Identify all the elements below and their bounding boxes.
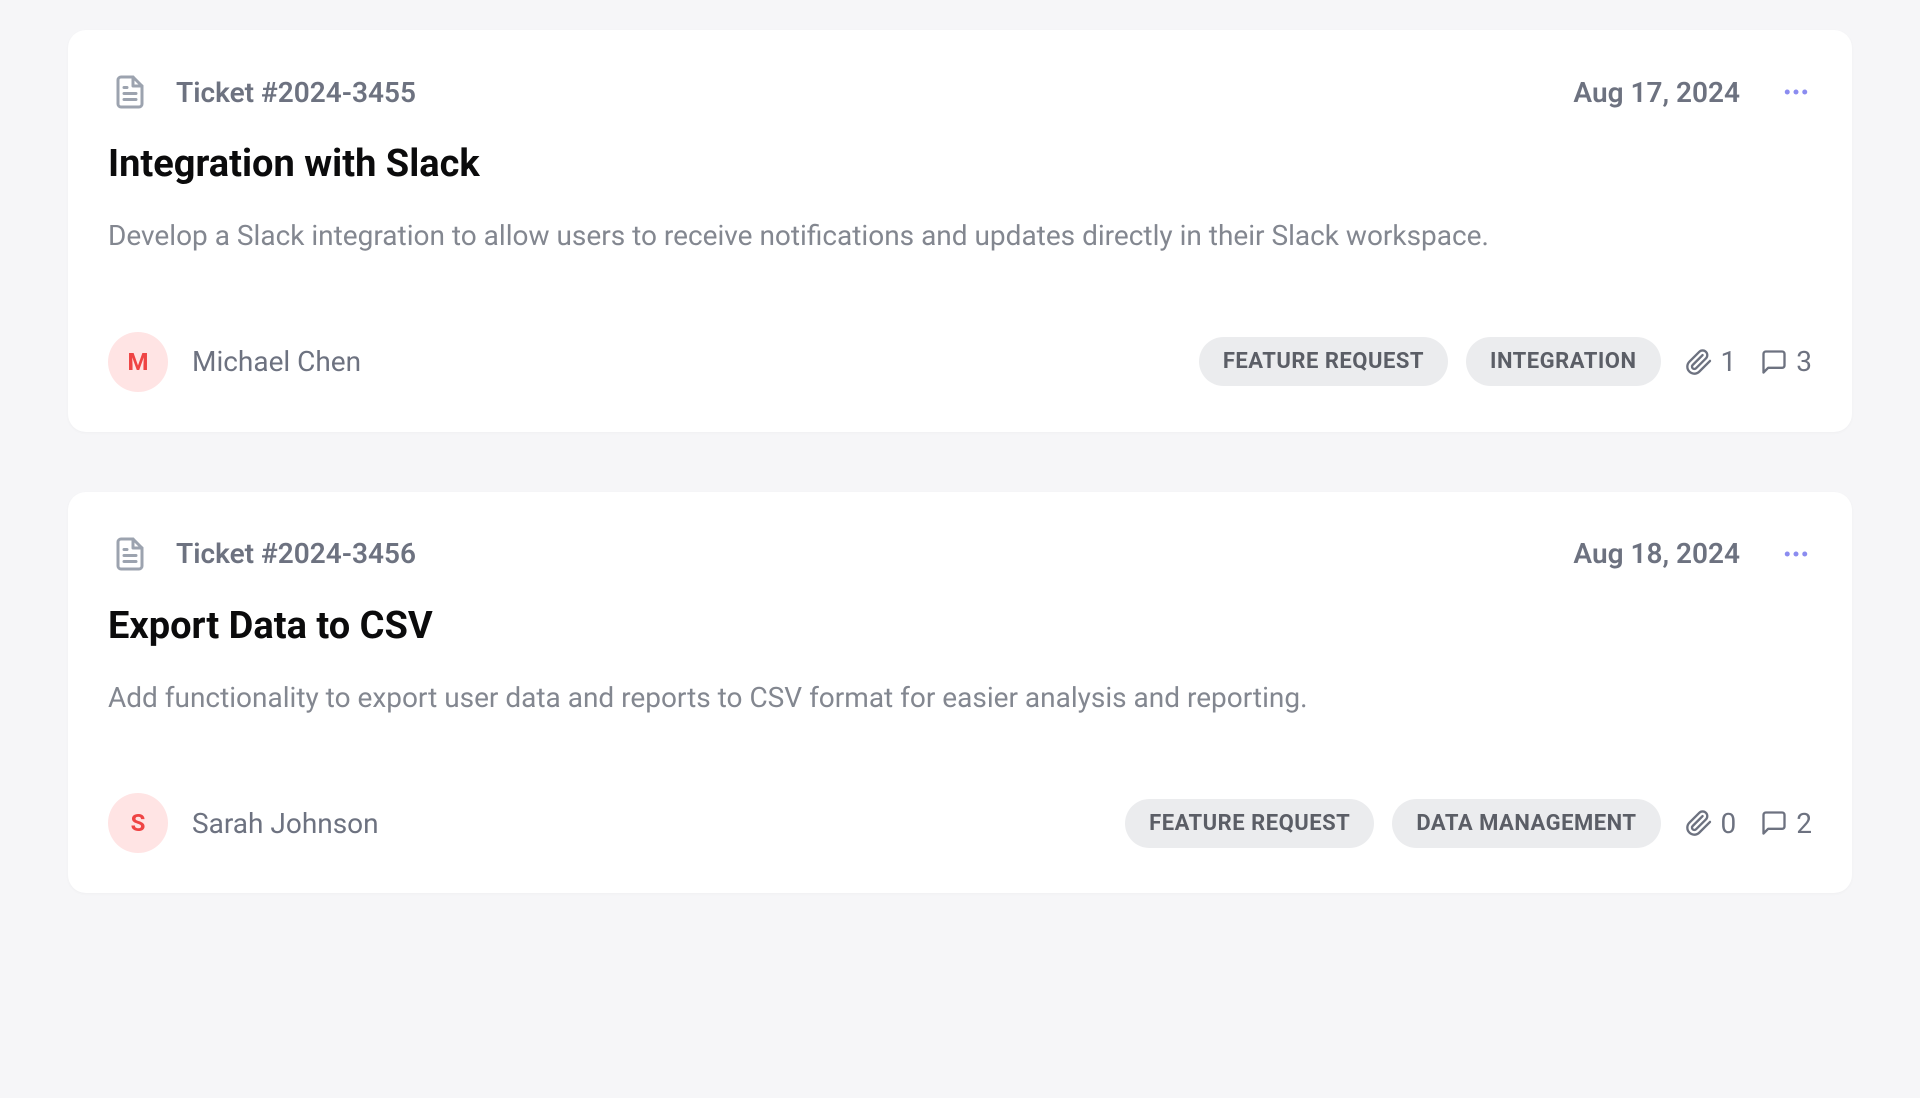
more-options-button[interactable] <box>1780 538 1812 570</box>
ticket-description: Develop a Slack integration to allow use… <box>108 216 1812 257</box>
tag[interactable]: FEATURE REQUEST <box>1125 799 1374 848</box>
ticket-header-right: Aug 17, 2024 <box>1573 76 1812 109</box>
ticket-date: Aug 17, 2024 <box>1573 76 1740 109</box>
ticket-id: Ticket #2024-3455 <box>176 76 416 109</box>
ticket-header-left: Ticket #2024-3455 <box>108 70 416 114</box>
author-name: Sarah Johnson <box>192 807 379 840</box>
comment-icon <box>1760 348 1788 376</box>
tag[interactable]: INTEGRATION <box>1466 337 1660 386</box>
ticket-id: Ticket #2024-3456 <box>176 537 416 570</box>
avatar: M <box>108 332 168 392</box>
file-text-icon <box>108 532 152 576</box>
ticket-footer: S Sarah Johnson FEATURE REQUEST DATA MAN… <box>108 793 1812 853</box>
ticket-header: Ticket #2024-3455 Aug 17, 2024 <box>108 70 1812 114</box>
paperclip-icon <box>1685 348 1713 376</box>
ticket-footer-right: FEATURE REQUEST DATA MANAGEMENT 0 2 <box>1125 799 1812 848</box>
ticket-header: Ticket #2024-3456 Aug 18, 2024 <box>108 532 1812 576</box>
ellipsis-icon <box>1781 77 1811 107</box>
comment-count[interactable]: 2 <box>1760 807 1812 840</box>
file-text-icon <box>108 70 152 114</box>
ticket-card[interactable]: Ticket #2024-3455 Aug 17, 2024 Integrati… <box>68 30 1852 432</box>
comment-number: 3 <box>1796 345 1812 378</box>
ticket-author: S Sarah Johnson <box>108 793 379 853</box>
ticket-title: Integration with Slack <box>108 142 1812 186</box>
tag[interactable]: FEATURE REQUEST <box>1199 337 1448 386</box>
paperclip-icon <box>1685 809 1713 837</box>
avatar: S <box>108 793 168 853</box>
ticket-author: M Michael Chen <box>108 332 361 392</box>
ticket-title: Export Data to CSV <box>108 604 1812 648</box>
attachment-count[interactable]: 1 <box>1685 345 1737 378</box>
tag[interactable]: DATA MANAGEMENT <box>1392 799 1660 848</box>
ticket-date: Aug 18, 2024 <box>1573 537 1740 570</box>
ellipsis-icon <box>1781 539 1811 569</box>
author-name: Michael Chen <box>192 345 361 378</box>
more-options-button[interactable] <box>1780 76 1812 108</box>
ticket-description: Add functionality to export user data an… <box>108 678 1812 719</box>
ticket-header-left: Ticket #2024-3456 <box>108 532 416 576</box>
ticket-card[interactable]: Ticket #2024-3456 Aug 18, 2024 Export Da… <box>68 492 1852 894</box>
comment-number: 2 <box>1796 807 1812 840</box>
comment-count[interactable]: 3 <box>1760 345 1812 378</box>
attachment-number: 1 <box>1721 345 1737 378</box>
ticket-header-right: Aug 18, 2024 <box>1573 537 1812 570</box>
ticket-footer-right: FEATURE REQUEST INTEGRATION 1 3 <box>1199 337 1812 386</box>
attachment-number: 0 <box>1721 807 1737 840</box>
comment-icon <box>1760 809 1788 837</box>
attachment-count[interactable]: 0 <box>1685 807 1737 840</box>
ticket-footer: M Michael Chen FEATURE REQUEST INTEGRATI… <box>108 332 1812 392</box>
